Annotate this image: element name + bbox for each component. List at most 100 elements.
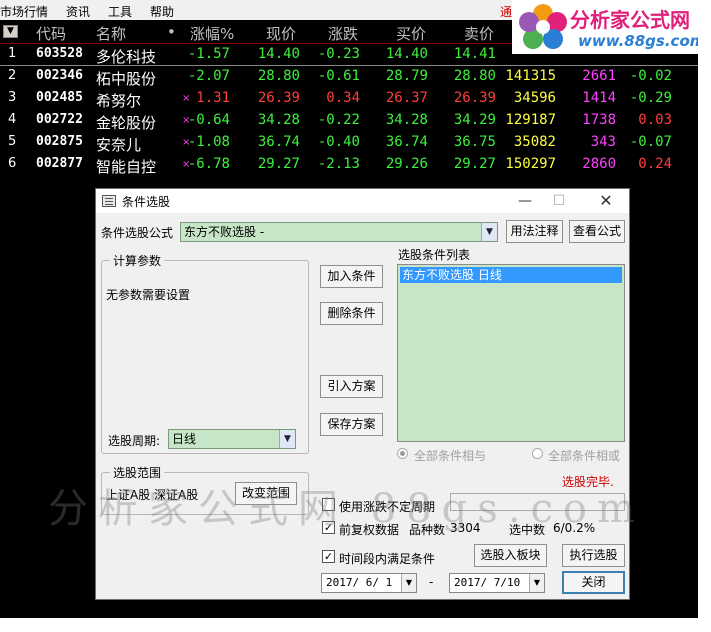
status-text: 选股完毕. [562,475,614,489]
table-row[interactable]: 6 002877 智能自控 × -6.78 29.27 -2.13 29.26 29.27 150… [0,154,698,176]
calc-params-label: 计算参数 [110,252,165,269]
change-pct: 1.31 [196,90,230,106]
add-condition-button[interactable]: 加入条件 [320,265,383,288]
change-pct: -1.57 [187,46,230,62]
formula-label: 条件选股公式 [101,226,174,240]
period-satisfy-label: 时间段内满足条件 [339,552,436,566]
condition-list[interactable]: 东方不败选股 日线 [397,264,625,442]
change-range-button[interactable]: 改变范围 [235,482,297,505]
total-volume: 34596 [513,90,556,106]
current-price: 36.74 [257,134,300,150]
header-name[interactable]: 名称 [96,23,126,44]
table-row[interactable]: 2 002346 柘中股份 -2.07 28.80 -0.61 28.79 28.80 1413… [0,66,698,88]
header-change[interactable]: 涨跌 [328,23,358,44]
chevron-down-icon[interactable]: ▼ [529,574,544,592]
selected-count-label: 选中数 [509,523,546,537]
chevron-down-icon[interactable]: ▼ [401,574,416,592]
change-rate: -0.07 [629,134,672,150]
dialog-titlebar[interactable]: 条件选股 — ☐ ✕ [96,189,629,213]
stock-count-label: 品种数 [409,523,446,537]
add-to-block-button[interactable]: 选股入板块 [474,544,547,567]
header-code[interactable]: 代码 [36,23,66,44]
site-logo: 分析家公式网 www.88gs.com [512,0,698,54]
change-pct: -6.78 [187,156,230,172]
menu-market[interactable]: 市场行情 [0,3,48,20]
current-volume: 2661 [582,68,616,84]
menu-tools[interactable]: 工具 [108,3,132,20]
date-from-picker[interactable]: 2017/ 6/ 1 ▼ [321,573,417,593]
stock-name: 安奈儿 [96,136,142,154]
stock-name: 多伦科技 [96,48,157,66]
total-volume: 35082 [513,134,556,150]
save-scheme-button[interactable]: 保存方案 [320,413,383,436]
ask-price: 36.75 [453,134,496,150]
price-change: -0.22 [317,112,360,128]
radio-all-or[interactable] [532,448,543,459]
uncertain-period-checkbox[interactable] [322,498,335,511]
column-menu-dropdown[interactable]: ▼ [3,25,18,38]
logo-url: www.88gs.com [578,32,698,50]
current-price: 29.27 [257,156,300,172]
maximize-button[interactable]: ☐ [544,191,574,211]
dialog-title: 条件选股 [122,195,171,209]
header-flag[interactable]: • [167,23,176,41]
price-change: -0.23 [317,46,360,62]
radio-all-or-label: 全部条件相或 [548,449,621,463]
condition-list-item[interactable]: 东方不败选股 日线 [400,267,622,283]
price-change: -0.61 [317,68,360,84]
period-select[interactable]: 日线 ▼ [168,429,296,449]
current-volume: 2860 [582,156,616,172]
date-from-value: 2017/ 6/ 1 [326,576,393,589]
view-formula-button[interactable]: 查看公式 [569,220,625,243]
row-index: 4 [8,112,17,127]
change-rate: -0.02 [629,68,672,84]
price-change: -2.13 [317,156,360,172]
change-pct: -2.07 [187,68,230,84]
date-to-picker[interactable]: 2017/ 7/10 ▼ [449,573,545,593]
period-select-value: 日线 [172,432,197,446]
formula-select-value: 东方不败选股 - [184,225,265,239]
import-scheme-button[interactable]: 引入方案 [320,375,383,398]
flower-logo-icon [519,4,567,49]
usage-notes-button[interactable]: 用法注释 [506,220,563,243]
table-row[interactable]: 5 002875 安奈儿 × -1.08 36.74 -0.40 36.74 36.75 3508… [0,132,698,154]
header-price[interactable]: 现价 [266,23,296,44]
restore-data-checkbox[interactable]: ✓ [322,521,335,534]
total-volume: 150297 [505,156,556,172]
price-change: 0.34 [326,90,360,106]
bid-price: 26.37 [385,90,428,106]
formula-select[interactable]: 东方不败选股 - ▼ [180,222,498,242]
stock-flag: × [182,93,191,104]
total-volume: 129187 [505,112,556,128]
change-pct: -0.64 [187,112,230,128]
range-value: 上证A股 深证A股 [106,488,199,502]
header-ask[interactable]: 卖价 [464,23,494,44]
current-volume: 1414 [582,90,616,106]
ask-price: 28.80 [453,68,496,84]
chevron-down-icon[interactable]: ▼ [481,223,497,241]
logo-title: 分析家公式网 [570,8,690,32]
close-button[interactable]: 关闭 [562,571,625,594]
period-label: 选股周期: [108,434,161,448]
minimize-button[interactable]: — [510,191,540,211]
menu-notice[interactable]: 通 [500,3,512,20]
menu-news[interactable]: 资讯 [66,3,90,20]
period-satisfy-checkbox[interactable]: ✓ [322,550,335,563]
menu-help[interactable]: 帮助 [150,3,174,20]
close-window-button[interactable]: ✕ [591,191,621,211]
header-change-pct[interactable]: 涨幅% [190,23,234,44]
radio-all-and[interactable] [397,448,408,459]
row-index: 1 [8,46,17,61]
row-index: 2 [8,68,17,83]
stock-count-value: 3304 [450,521,481,535]
bid-price: 28.79 [385,68,428,84]
chevron-down-icon[interactable]: ▼ [279,430,295,448]
execute-screening-button[interactable]: 执行选股 [562,544,625,567]
table-row[interactable]: 3 002485 希努尔 × 1.31 26.39 0.34 26.37 26.39 34596 1… [0,88,698,110]
header-bid[interactable]: 买价 [396,23,426,44]
current-volume: 343 [590,134,616,150]
delete-condition-button[interactable]: 删除条件 [320,302,383,325]
table-row[interactable]: 4 002722 金轮股份 × -0.64 34.28 -0.22 34.28 34.29 129… [0,110,698,132]
ask-price: 26.39 [453,90,496,106]
uncertain-period-field[interactable] [450,493,625,511]
